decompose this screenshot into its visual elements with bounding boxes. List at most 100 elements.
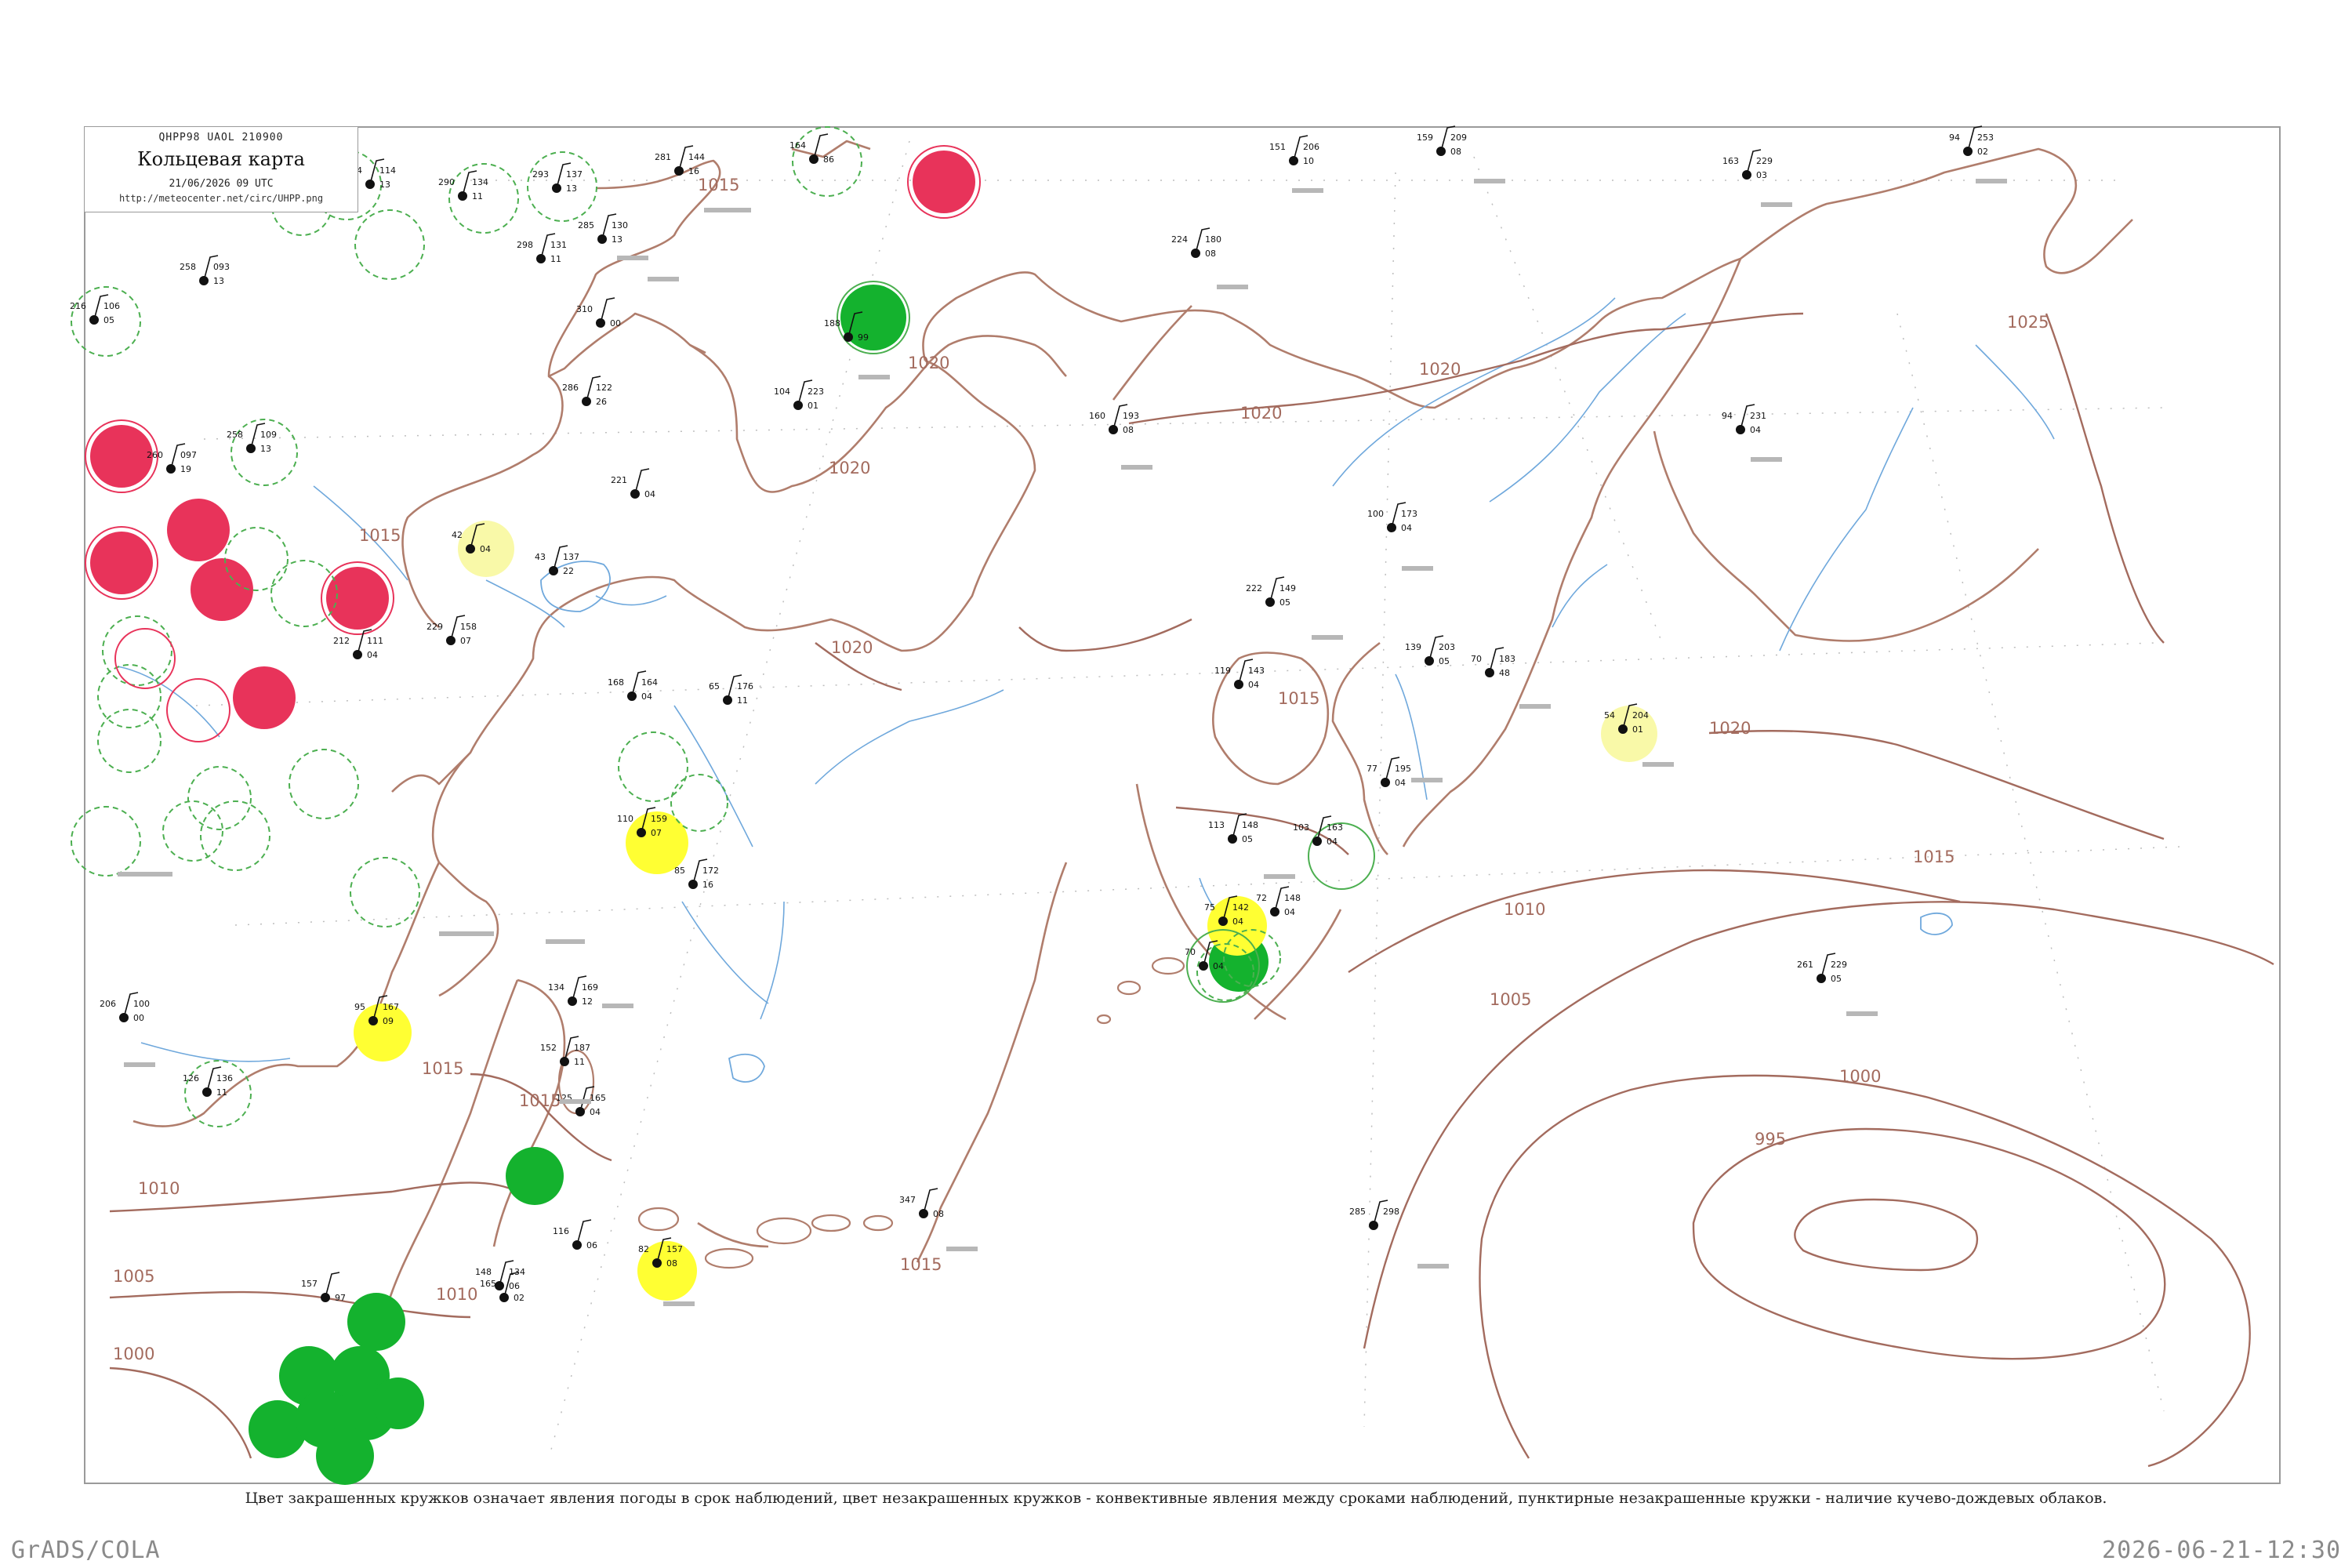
station-temp: 159 xyxy=(651,814,667,824)
station-pressure: 163 xyxy=(1722,156,1739,166)
station-temp: 203 xyxy=(1439,642,1455,652)
station-temp: 100 xyxy=(133,999,150,1009)
station-value: 04 xyxy=(1327,837,1338,847)
station-temp: 106 xyxy=(103,301,120,311)
station-value: 11 xyxy=(737,695,748,706)
station-value: 02 xyxy=(514,1293,524,1303)
isobar-label: 1015 xyxy=(519,1091,561,1110)
station-temp: 172 xyxy=(702,866,719,876)
station-value: 08 xyxy=(1205,249,1216,259)
isobar-label: 1020 xyxy=(829,459,870,477)
station-value: 12 xyxy=(582,996,593,1007)
station-value: 16 xyxy=(688,166,699,176)
station-temp: 134 xyxy=(472,177,488,187)
station-pressure: 281 xyxy=(655,152,671,162)
station-temp: 183 xyxy=(1499,654,1515,664)
station-pressure: 229 xyxy=(426,622,443,632)
weather-circle-red xyxy=(90,532,153,594)
station-temp: 149 xyxy=(1279,583,1296,593)
station-temp: 137 xyxy=(566,169,583,180)
station-value: 08 xyxy=(1123,425,1134,435)
isobar-label: 1005 xyxy=(1490,990,1531,1009)
isobar-label: 1020 xyxy=(908,354,949,372)
bulletin-code: QHPP98 UAOL 210900 xyxy=(158,132,284,143)
station-value: 08 xyxy=(666,1258,677,1269)
map-frame xyxy=(84,126,2281,1484)
station-value: 01 xyxy=(808,401,818,411)
station-pressure: 148 xyxy=(475,1267,492,1277)
station-value: 11 xyxy=(216,1087,227,1098)
station-pressure: 77 xyxy=(1367,764,1377,774)
station-pressure: 286 xyxy=(562,383,579,393)
station-temp: 204 xyxy=(1632,710,1649,720)
station-pressure: 347 xyxy=(899,1195,916,1205)
station-pressure: 72 xyxy=(1256,893,1267,903)
station-temp: 157 xyxy=(666,1244,683,1254)
station-pressure: 258 xyxy=(180,262,196,272)
station-pressure: 85 xyxy=(674,866,685,876)
station-temp: 136 xyxy=(216,1073,233,1083)
station-value: 10 xyxy=(1303,156,1314,166)
station-pressure: 104 xyxy=(774,387,790,397)
synoptic-map: 1025 1020 1020 1020 1020 1020 1020 1015 … xyxy=(70,125,2281,1485)
station-value: 05 xyxy=(1279,597,1290,608)
isobar-label: 1020 xyxy=(1709,719,1751,738)
map-datetime: 21/06/2026 09 UTC xyxy=(169,178,274,190)
station-value: 11 xyxy=(550,254,561,264)
isobar-label: 1015 xyxy=(422,1059,463,1078)
station-value: 04 xyxy=(1401,523,1412,533)
station-pressure: 159 xyxy=(1417,132,1433,143)
station-pressure: 216 xyxy=(70,301,86,311)
station-value: 11 xyxy=(574,1057,585,1067)
station-pressure: 100 xyxy=(1367,509,1384,519)
station-pressure: 113 xyxy=(1208,820,1225,830)
station-pressure: 260 xyxy=(147,450,163,460)
station-value: 02 xyxy=(1977,147,1988,157)
station-pressure: 70 xyxy=(1185,947,1196,957)
isobar-label: 1010 xyxy=(1504,900,1545,919)
station-value: 01 xyxy=(1632,724,1643,735)
station-value: 26 xyxy=(596,397,607,407)
station-value: 13 xyxy=(260,444,271,454)
station-value: 04 xyxy=(480,544,491,554)
station-value: 09 xyxy=(383,1016,394,1026)
station-pressure: 290 xyxy=(438,177,455,187)
isobar-label: 1020 xyxy=(1240,404,1282,423)
station-temp: 130 xyxy=(612,220,628,230)
station-value: 06 xyxy=(586,1240,597,1250)
weather-circle-red xyxy=(913,151,975,213)
station-temp: 163 xyxy=(1327,822,1343,833)
isobar-label: 995 xyxy=(1755,1130,1786,1149)
station-temp: 144 xyxy=(688,152,705,162)
station-pressure: 222 xyxy=(1246,583,1262,593)
station-value: 04 xyxy=(644,489,655,499)
station-temp: 193 xyxy=(1123,411,1139,421)
station-temp: 165 xyxy=(590,1093,606,1103)
station-value: 08 xyxy=(933,1209,944,1219)
weather-circle-red xyxy=(90,425,153,488)
footer-timestamp: 2026-06-21-12:30 xyxy=(2102,1537,2341,1564)
station-temp: 143 xyxy=(1248,666,1265,676)
station-temp: 231 xyxy=(1750,411,1766,421)
isobar-label: 1000 xyxy=(113,1345,154,1363)
station-temp: 209 xyxy=(1450,132,1467,143)
weather-circle-red xyxy=(167,499,230,561)
station-pressure: 82 xyxy=(638,1244,649,1254)
station-temp: 142 xyxy=(1232,902,1249,913)
station-pressure: 285 xyxy=(578,220,594,230)
station-value: 03 xyxy=(1756,170,1767,180)
station-value: 13 xyxy=(213,276,224,286)
station-pressure: 70 xyxy=(1471,654,1482,664)
station-temp: 137 xyxy=(563,552,579,562)
station-value: 06 xyxy=(509,1281,520,1291)
station-temp: 169 xyxy=(582,982,598,993)
station-value: 13 xyxy=(566,183,577,194)
weather-circle-red xyxy=(191,558,253,621)
station-value: 04 xyxy=(1213,961,1224,971)
weather-circle-green xyxy=(316,1427,374,1485)
station-pressure: 151 xyxy=(1269,142,1286,152)
station-pressure: 42 xyxy=(452,530,463,540)
station-value: 04 xyxy=(1232,916,1243,927)
station-pressure: 94 xyxy=(1949,132,1960,143)
station-pressure: 65 xyxy=(709,681,720,691)
